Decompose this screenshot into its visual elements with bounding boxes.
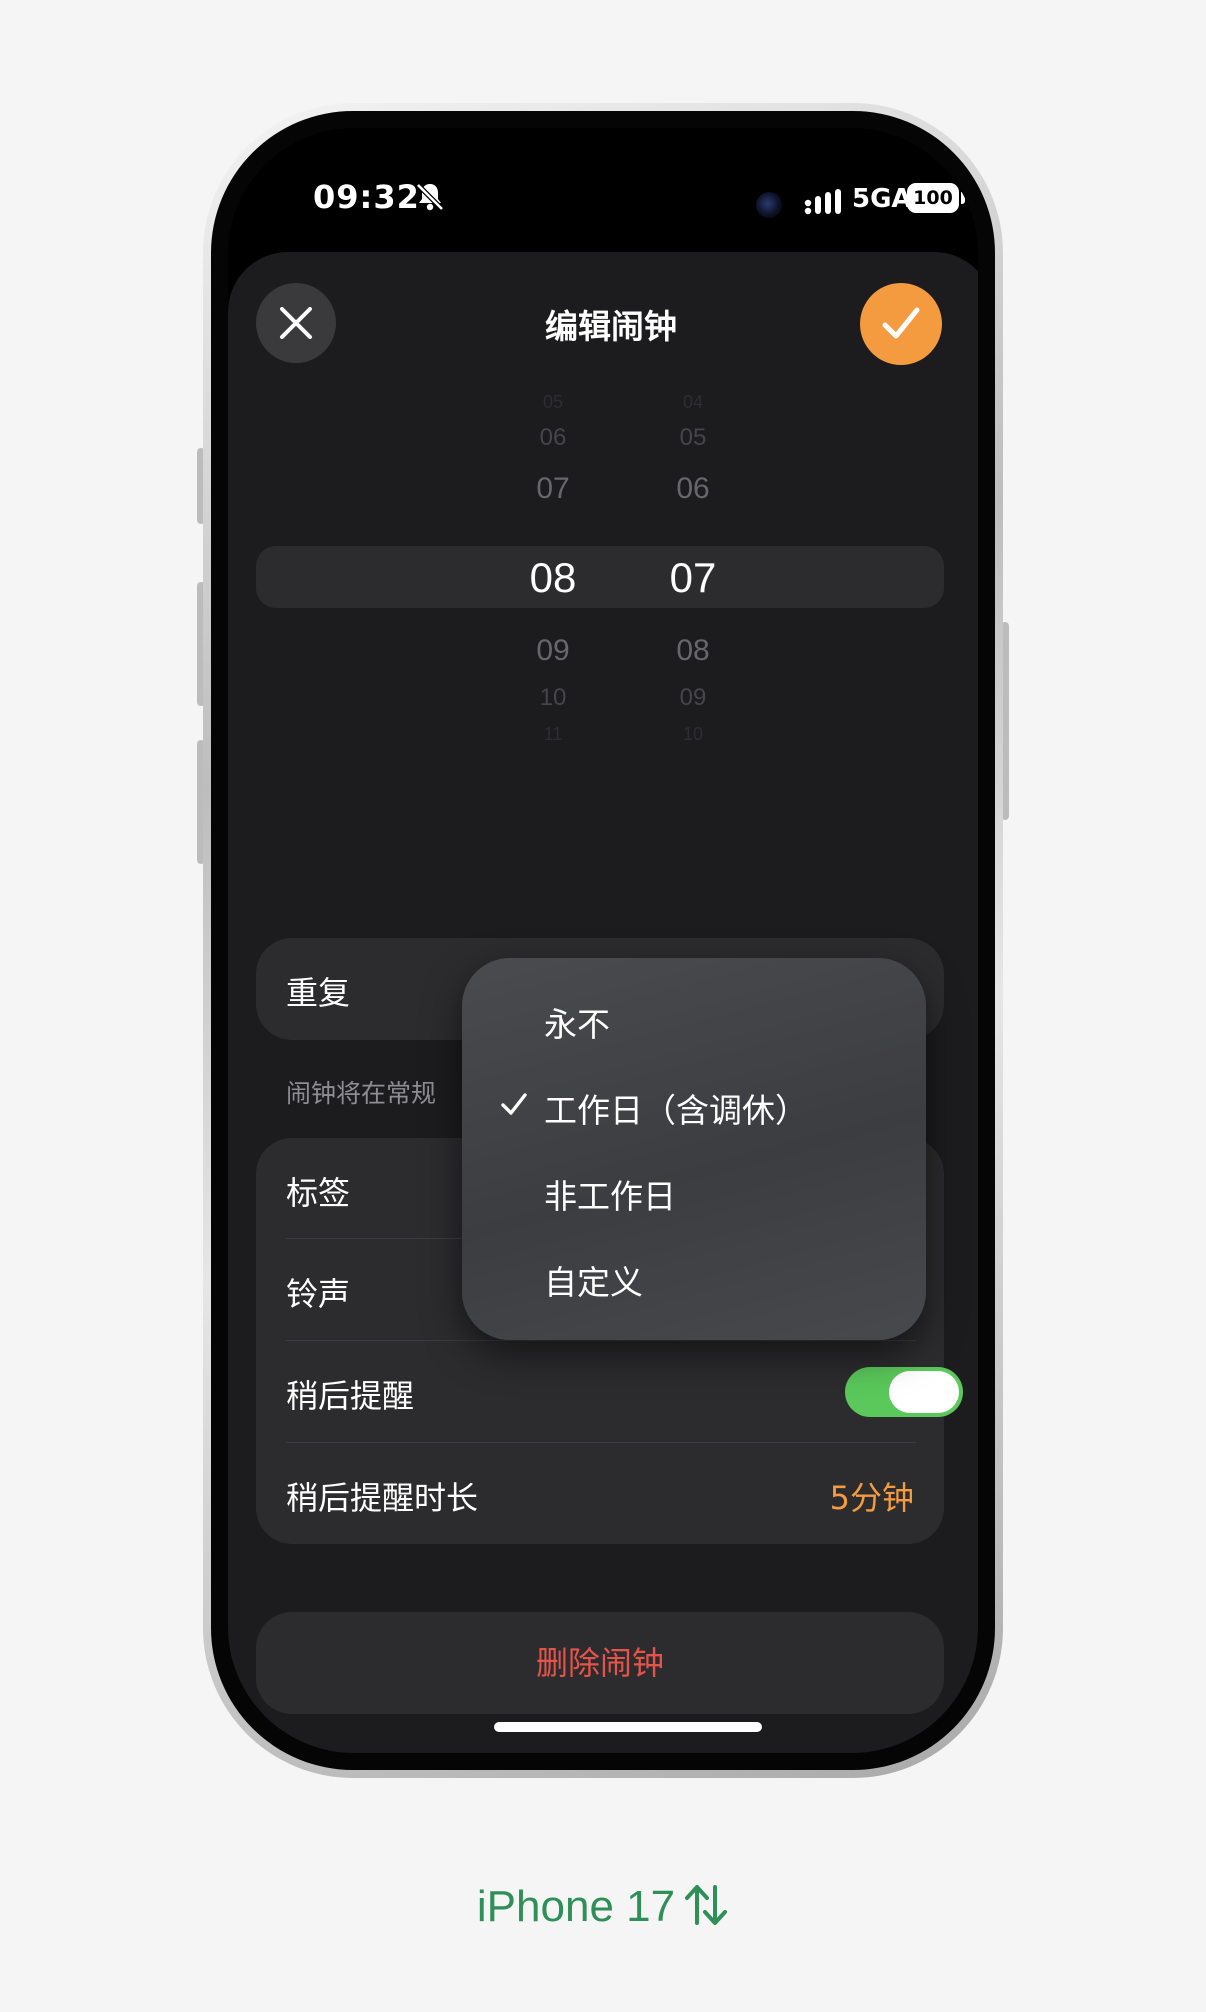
snooze-row: 稍后提醒 [256,1341,963,1442]
snooze-toggle[interactable] [845,1367,963,1417]
menu-item-custom[interactable]: 自定义 [462,1236,926,1316]
snooze-duration-title: 稍后提醒时长 [286,1479,479,1517]
snooze-duration-row[interactable]: 稍后提醒时长 5分钟 [256,1443,944,1544]
picker-hour: 10 [539,684,567,711]
sort-arrows-icon [685,1885,728,1925]
picker-minute: 08 [676,634,710,667]
checkmark-icon [882,307,920,339]
menu-item-label: 自定义 [544,1263,643,1302]
repeat-label: 重复 [286,974,351,1012]
delete-alarm-label: 删除闹钟 [535,1644,664,1682]
front-camera [756,192,782,218]
menu-item-never[interactable]: 永不 [462,978,926,1058]
picker-minute-selected: 07 [669,554,717,601]
picker-selection-band [256,546,944,608]
picker-hour: 06 [539,424,567,451]
picker-minute: 04 [682,392,704,412]
picker-minute: 10 [682,724,704,744]
picker-hour: 05 [542,392,564,412]
home-indicator[interactable] [494,1722,762,1732]
minute-wheel[interactable]: 04 05 06 07 08 09 10 [648,252,738,752]
cellular-signal-icon [804,189,841,215]
hour-wheel[interactable]: 05 06 07 08 09 10 11 [508,252,598,752]
repeat-footnote: 闹钟将在常规 [286,1079,437,1108]
picker-hour: 09 [536,634,570,667]
picker-hour: 11 [543,724,563,744]
device-name: iPhone 17 [476,1882,676,1931]
picker-hour-selected: 08 [529,554,577,601]
bell-slash-icon [416,183,444,211]
menu-item-workdays[interactable]: 工作日（含调休） [462,1064,926,1144]
phone-frame: 09:32 5GA 100 编辑闹钟 05 06 07 08 09 10 11 … [203,103,1003,1778]
snooze-duration-value: 5分钟 [829,1479,914,1517]
network-type: 5GA [852,184,912,214]
toggle-knob [889,1371,959,1413]
picker-hour: 07 [536,472,570,505]
dynamic-island [516,168,756,240]
battery-icon: 100 [907,183,959,213]
menu-item-label: 非工作日 [544,1177,676,1216]
menu-item-label: 永不 [544,1005,610,1044]
battery-tip [961,192,965,204]
checkmark-icon [501,1093,527,1115]
menu-item-label: 工作日（含调休） [544,1091,808,1130]
screen: 09:32 5GA 100 编辑闹钟 05 06 07 08 09 10 11 … [228,128,978,1753]
phone-bezel: 09:32 5GA 100 编辑闹钟 05 06 07 08 09 10 11 … [211,111,995,1770]
edit-alarm-sheet: 编辑闹钟 05 06 07 08 09 10 11 04 05 06 07 08… [228,252,978,1753]
picker-minute: 09 [679,684,707,711]
battery-level: 100 [913,187,953,209]
page: 09:32 5GA 100 编辑闹钟 05 06 07 08 09 10 11 … [0,0,1206,2012]
snooze-row-title: 稍后提醒 [286,1377,415,1415]
picker-minute: 05 [679,424,707,451]
delete-alarm-button[interactable]: 删除闹钟 [256,1612,944,1714]
confirm-button[interactable] [860,283,942,365]
status-time: 09:32 [313,178,420,216]
repeat-menu: 永不 工作日（含调休） 非工作日 自定义 [462,958,926,1340]
menu-item-non-workdays[interactable]: 非工作日 [462,1150,926,1230]
label-row-title: 标签 [286,1174,351,1212]
sound-row-title: 铃声 [286,1275,351,1313]
device-caption[interactable]: iPhone 17 [0,1882,1206,1932]
picker-minute: 06 [676,472,710,505]
